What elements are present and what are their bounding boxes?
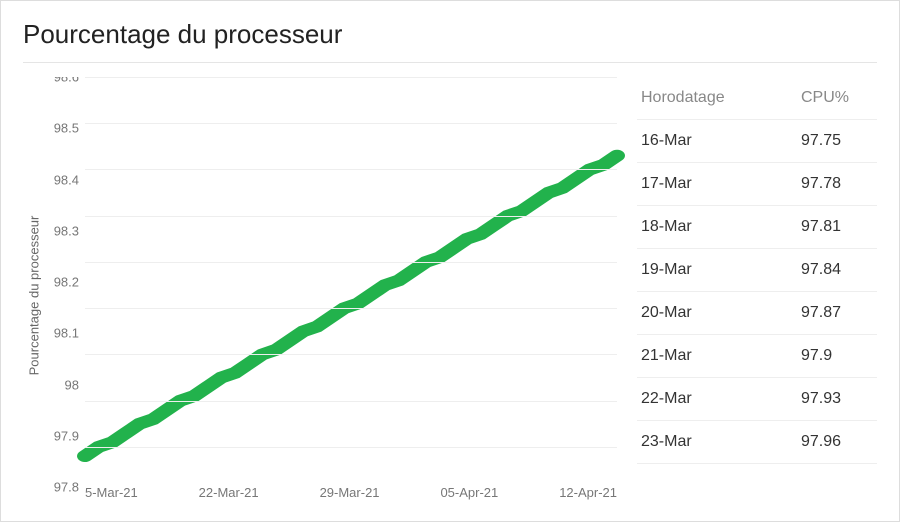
y-tick: 98.6 (54, 77, 79, 85)
y-tick: 97.8 (54, 480, 79, 495)
table-header-row: Horodatage CPU% (637, 77, 877, 120)
x-axis: 5-Mar-21 22-Mar-21 29-Mar-21 05-Apr-21 12-Ap… (85, 471, 617, 513)
y-tick: 98.5 (54, 121, 79, 136)
chart: Pourcentage du processeur 97.8 97.9 98 98.1… (23, 77, 617, 513)
table-cell-timestamp: 21-Mar (641, 347, 801, 365)
line-svg (85, 77, 617, 470)
table-cell-timestamp: 23-Mar (641, 433, 801, 451)
table-cell-cpu: 97.9 (801, 347, 871, 365)
data-table: Horodatage CPU% 16-Mar97.7517-Mar97.7818… (637, 77, 877, 513)
y-tick: 98 (65, 377, 79, 392)
table-row: 17-Mar97.78 (637, 163, 877, 206)
x-tick: 05-Apr-21 (440, 485, 498, 513)
table-cell-cpu: 97.81 (801, 218, 871, 236)
table-row: 23-Mar97.96 (637, 421, 877, 464)
table-header-timestamp: Horodatage (641, 89, 801, 107)
y-tick: 98.1 (54, 326, 79, 341)
y-tick: 98.3 (54, 223, 79, 238)
table-cell-cpu: 97.75 (801, 132, 871, 150)
y-tick: 98.2 (54, 275, 79, 290)
gridline (85, 77, 617, 78)
card-content: Pourcentage du processeur 97.8 97.9 98 98.1… (23, 77, 877, 513)
plot-column: 5-Mar-21 22-Mar-21 29-Mar-21 05-Apr-21 12-Ap… (85, 77, 617, 513)
table-row: 21-Mar97.9 (637, 335, 877, 378)
gridline (85, 308, 617, 309)
y-tick: 98.4 (54, 172, 79, 187)
table-row: 16-Mar97.75 (637, 120, 877, 163)
table-cell-timestamp: 22-Mar (641, 390, 801, 408)
table-cell-cpu: 97.96 (801, 433, 871, 451)
table-cell-timestamp: 19-Mar (641, 261, 801, 279)
x-tick: 29-Mar-21 (320, 485, 380, 513)
gridline (85, 123, 617, 124)
table-cell-cpu: 97.84 (801, 261, 871, 279)
table-row: 22-Mar97.93 (637, 378, 877, 421)
table-row: 20-Mar97.87 (637, 292, 877, 335)
table-body: 16-Mar97.7517-Mar97.7818-Mar97.8119-Mar9… (637, 120, 877, 464)
series-line (85, 156, 617, 457)
cpu-percentage-card: Pourcentage du processeur Pourcentage du… (1, 1, 899, 521)
y-axis-ticks: 97.8 97.9 98 98.1 98.2 98.3 98.4 98.5 98.6 (45, 77, 85, 513)
x-tick: 12-Apr-21 (559, 485, 617, 513)
y-axis-label: Pourcentage du processeur (27, 215, 42, 375)
table-row: 19-Mar97.84 (637, 249, 877, 292)
table-row: 18-Mar97.81 (637, 206, 877, 249)
table-cell-timestamp: 18-Mar (641, 218, 801, 236)
table-cell-cpu: 97.78 (801, 175, 871, 193)
table-cell-cpu: 97.87 (801, 304, 871, 322)
gridline (85, 447, 617, 448)
card-title: Pourcentage du processeur (23, 19, 877, 63)
x-tick: 5-Mar-21 (85, 485, 138, 513)
gridline (85, 216, 617, 217)
gridline (85, 401, 617, 402)
table-cell-timestamp: 16-Mar (641, 132, 801, 150)
y-tick: 97.9 (54, 429, 79, 444)
table-cell-cpu: 97.93 (801, 390, 871, 408)
gridline (85, 354, 617, 355)
table-cell-timestamp: 17-Mar (641, 175, 801, 193)
table-header-cpu: CPU% (801, 89, 871, 107)
table-cell-timestamp: 20-Mar (641, 304, 801, 322)
gridline (85, 262, 617, 263)
plot-area (85, 77, 617, 471)
gridline (85, 169, 617, 170)
y-axis-label-box: Pourcentage du processeur (23, 77, 45, 513)
x-tick: 22-Mar-21 (199, 485, 259, 513)
